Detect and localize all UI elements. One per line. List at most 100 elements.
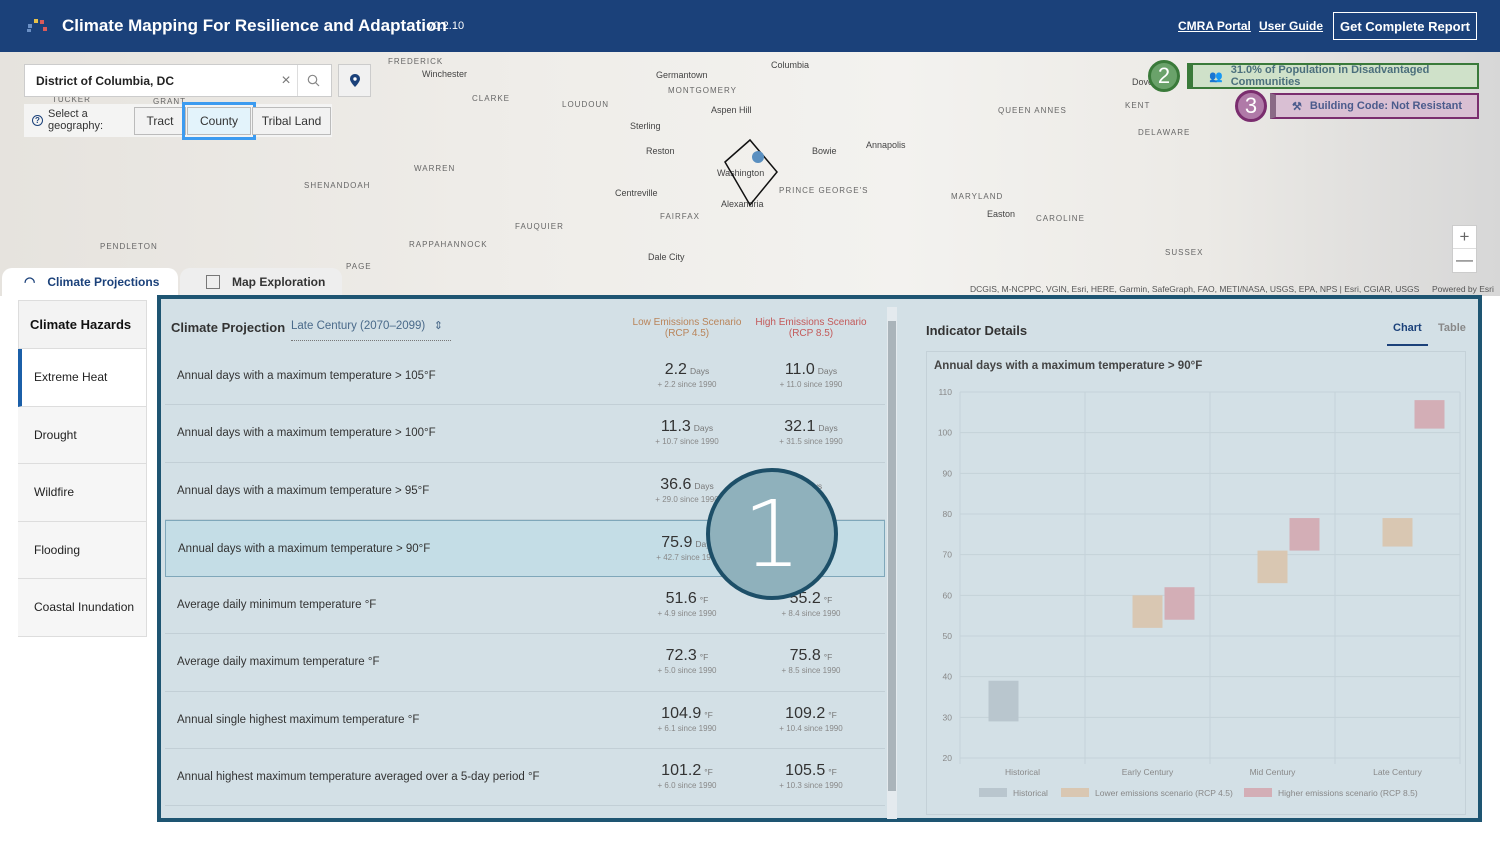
unit: Days bbox=[818, 423, 838, 434]
delta: + 8.5 since 1990 bbox=[781, 666, 841, 676]
map-label: Reston bbox=[646, 146, 675, 156]
low-emissions-cell: 104.9 °F + 6.1 since 1990 bbox=[627, 705, 747, 733]
indicator-name: Annual days with a maximum temperature >… bbox=[177, 370, 436, 382]
map-zoom-control: + — bbox=[1452, 225, 1477, 273]
map-label: RAPPAHANNOCK bbox=[409, 240, 488, 249]
low-emissions-cell: 11.3 Days + 10.7 since 1990 bbox=[627, 418, 747, 446]
range-bar-1 bbox=[1382, 518, 1413, 547]
table-row[interactable]: Annual days with a maximum temperature >… bbox=[165, 405, 885, 463]
help-icon[interactable]: ? bbox=[32, 115, 43, 126]
table-row[interactable]: Annual days with a maximum temperature >… bbox=[165, 348, 885, 406]
map-label: SHENANDOAH bbox=[304, 181, 371, 190]
y-tick-label: 110 bbox=[938, 387, 952, 397]
map-label: KENT bbox=[1125, 101, 1151, 110]
search-input[interactable] bbox=[25, 73, 275, 88]
gauge-icon: ◠ bbox=[24, 274, 36, 289]
clear-icon[interactable]: × bbox=[275, 72, 297, 90]
legend-label: Lower emissions scenario (RCP 4.5) bbox=[1095, 788, 1233, 798]
table-scrollbar[interactable] bbox=[887, 307, 897, 819]
delta: + 2.2 since 1990 bbox=[657, 380, 717, 389]
unit: °F bbox=[699, 595, 709, 606]
unit: Days bbox=[817, 366, 838, 376]
tab-map-exploration[interactable]: Map Exploration bbox=[180, 268, 342, 296]
logo-icon bbox=[27, 19, 47, 32]
unit: °F bbox=[823, 595, 833, 606]
low-emissions-cell: 101.2 °F + 6.0 since 1990 bbox=[627, 762, 747, 790]
value: 36.6 bbox=[660, 475, 692, 493]
low-emissions-cell: 72.3 °F + 5.0 since 1990 bbox=[627, 647, 747, 675]
cmra-portal-link[interactable]: CMRA Portal bbox=[1178, 19, 1251, 33]
unit: Days bbox=[694, 480, 714, 491]
map-label: CLARKE bbox=[472, 94, 511, 103]
indicator-name: Annual days with a maximum temperature >… bbox=[177, 484, 430, 497]
annotation-number-1: 1 bbox=[706, 468, 838, 600]
powered-by-esri[interactable]: Powered by Esri bbox=[1432, 284, 1494, 294]
map-label: QUEEN ANNES bbox=[998, 106, 1067, 115]
table-row[interactable]: Average daily maximum temperature °F 72.… bbox=[165, 634, 885, 692]
indicator-name: Average daily maximum temperature °F bbox=[177, 656, 380, 669]
tab-climate-projections[interactable]: ◠ Climate Projections bbox=[2, 268, 178, 296]
indicator-name: Annual highest maximum temperature avera… bbox=[177, 771, 540, 784]
app-header: Climate Mapping For Resilience and Adapt… bbox=[0, 0, 1500, 52]
value: 105.5 bbox=[785, 762, 826, 780]
locate-button[interactable] bbox=[338, 64, 371, 97]
map-label: Sterling bbox=[630, 121, 661, 131]
indicator-name: Average daily minimum temperature °F bbox=[177, 599, 377, 612]
updown-icon: ⇕ bbox=[433, 320, 443, 332]
value: 11.3 bbox=[660, 418, 691, 436]
indicator-chart: Annual days with a maximum temperature >… bbox=[934, 360, 1461, 798]
table-row[interactable]: Annual single highest maximum temperatur… bbox=[165, 692, 885, 750]
geography-tribal-land-button[interactable]: Tribal Land bbox=[252, 107, 331, 135]
legend-label: Higher emissions scenario (RCP 8.5) bbox=[1278, 788, 1418, 798]
app-version: v0.2.10 bbox=[428, 20, 465, 32]
delta: + 4.9 since 1990 bbox=[657, 609, 717, 619]
indicator-details: Indicator Details Chart Table Annual day… bbox=[906, 303, 1478, 817]
x-tick-label: Late Century bbox=[1373, 767, 1422, 777]
unit: °F bbox=[828, 709, 837, 720]
map-label: LOUDOUN bbox=[562, 100, 610, 109]
value: 2.2 bbox=[664, 361, 687, 378]
user-guide-link[interactable]: User Guide bbox=[1259, 19, 1323, 33]
delta: + 8.4 since 1990 bbox=[781, 609, 841, 619]
tab-table[interactable]: Table bbox=[1438, 322, 1466, 334]
period-select[interactable]: Late Century (2070–2099) ⇕ bbox=[291, 316, 451, 341]
climate-projection-title: Climate Projection bbox=[171, 320, 286, 335]
building-code-badge[interactable]: ⚒ Building Code: Not Resistant bbox=[1270, 93, 1479, 119]
chart-container: Annual days with a maximum temperature >… bbox=[926, 351, 1466, 815]
sidebar-item-wildfire[interactable]: Wildfire bbox=[18, 464, 147, 522]
period-value: Late Century (2070–2099) bbox=[291, 320, 426, 332]
sidebar-item-coastal-inundation[interactable]: Coastal Inundation bbox=[18, 579, 147, 637]
y-tick-label: 80 bbox=[943, 509, 953, 519]
sidebar-item-extreme-heat[interactable]: Extreme Heat bbox=[18, 349, 147, 407]
sidebar-item-flooding[interactable]: Flooding bbox=[18, 521, 147, 579]
indicator-name: Annual days with a maximum temperature >… bbox=[178, 542, 431, 555]
search-icon[interactable] bbox=[297, 65, 329, 96]
value: 104.9 bbox=[661, 704, 702, 722]
app-title: Climate Mapping For Resilience and Adapt… bbox=[62, 16, 447, 35]
high-emissions-cell: 105.5 °F + 10.3 since 1990 bbox=[751, 762, 871, 790]
disadvantaged-communities-badge[interactable]: 👥 31.0% of Population in Disadvantaged Co… bbox=[1187, 63, 1479, 89]
low-emissions-cell: 2.2 Days + 2.2 since 1990 bbox=[627, 361, 747, 389]
map-label: DELAWARE bbox=[1138, 128, 1191, 137]
sidebar-item-drought[interactable]: Drought bbox=[18, 406, 147, 464]
scrollbar-thumb[interactable] bbox=[888, 321, 896, 791]
map-label: PENDLETON bbox=[100, 242, 158, 251]
zoom-in-button[interactable]: + bbox=[1453, 226, 1476, 249]
zoom-out-button[interactable]: — bbox=[1453, 249, 1476, 272]
map-label: WARREN bbox=[414, 164, 456, 173]
map-label: PRINCE GEORGE'S bbox=[779, 186, 869, 195]
geography-tract-button[interactable]: Tract bbox=[134, 107, 186, 135]
x-tick-label: Mid Century bbox=[1250, 767, 1297, 777]
table-row[interactable]: Annual highest maximum temperature avera… bbox=[165, 749, 885, 807]
value: 109.2 bbox=[785, 704, 826, 722]
low-emissions-header: Low Emissions Scenario (RCP 4.5) bbox=[632, 317, 742, 339]
range-bar-2 bbox=[1414, 400, 1445, 429]
y-tick-label: 30 bbox=[943, 712, 953, 722]
range-bar-0 bbox=[988, 680, 1019, 722]
map-label: FREDERICK bbox=[388, 57, 444, 66]
get-complete-report-button[interactable]: Get Complete Report bbox=[1333, 12, 1477, 40]
tab-chart[interactable]: Chart bbox=[1387, 322, 1428, 346]
y-tick-label: 20 bbox=[943, 753, 953, 763]
geography-county-button[interactable]: County bbox=[182, 102, 256, 140]
map-label: Easton bbox=[987, 209, 1016, 219]
